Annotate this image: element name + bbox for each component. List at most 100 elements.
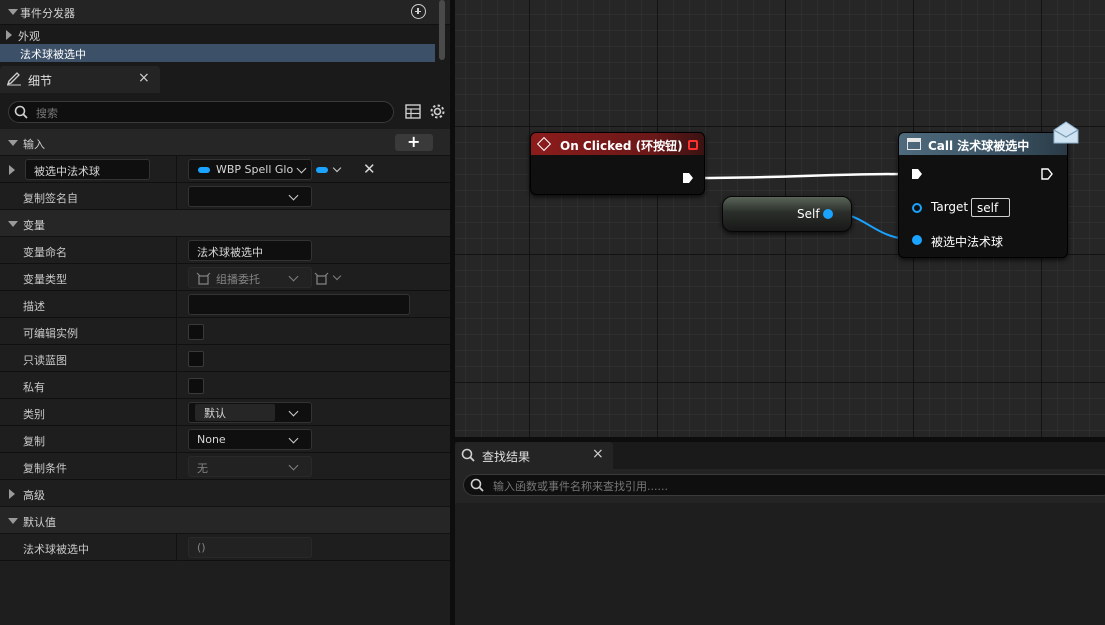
call-dispatcher-node[interactable]: Call 法术球被选中 Target self 被选中法术球 xyxy=(898,132,1068,258)
dispatcher-label: 法术球被选中 xyxy=(20,48,86,61)
category-variables[interactable]: 变量 xyxy=(0,210,450,237)
blueprint-readonly-row: 只读蓝图 xyxy=(0,345,450,372)
dispatcher-item-appearance[interactable]: 外观 xyxy=(0,26,450,44)
remove-input-icon[interactable]: ✕ xyxy=(363,160,376,178)
self-out-pin[interactable] xyxy=(823,209,833,219)
param-type-select[interactable]: WBP Spell Glo xyxy=(188,159,312,180)
expand-icon[interactable] xyxy=(9,165,15,175)
search-input[interactable]: 搜索 xyxy=(8,101,394,123)
category-input[interactable]: 默认 xyxy=(195,404,275,421)
exec-in-pin[interactable] xyxy=(911,168,923,180)
left-panel: 事件分发器 外观 法术球被选中 细节 × 搜索 输入 + 被选中法术球 WBP … xyxy=(0,0,450,625)
category-title: 高级 xyxy=(23,489,45,502)
param-in-pin[interactable] xyxy=(912,235,922,245)
category-advanced[interactable]: 高级 xyxy=(0,480,450,507)
instance-editable-row: 可编辑实例 xyxy=(0,318,450,345)
exec-out-pin[interactable] xyxy=(682,172,694,184)
pencil-icon xyxy=(6,72,21,86)
replication-select[interactable]: None xyxy=(188,429,312,450)
expand-icon xyxy=(9,489,15,499)
category-default-value[interactable]: 默认值 xyxy=(0,507,450,534)
event-dispatcher-header[interactable]: 事件分发器 xyxy=(0,0,450,25)
function-icon xyxy=(907,138,921,150)
default-value-field: () xyxy=(188,537,312,558)
add-dispatcher-icon[interactable] xyxy=(411,4,426,19)
find-tab-title: 查找结果 xyxy=(482,450,531,464)
chevron-down-icon xyxy=(288,271,299,282)
find-results-panel: 查找结果 × 输入函数或事件名称来查找引用...... xyxy=(455,437,1105,625)
copy-signature-select[interactable] xyxy=(188,186,312,207)
category-row: 类别 默认 xyxy=(0,399,450,426)
expand-icon xyxy=(6,30,12,40)
replication-row: 复制 None xyxy=(0,426,450,453)
copy-signature-row: 复制签名自 xyxy=(0,183,450,210)
input-param-row: 被选中法术球 WBP Spell Glo ✕ xyxy=(0,156,450,183)
scrollbar[interactable] xyxy=(439,0,445,60)
exec-out-pin[interactable] xyxy=(1041,168,1053,180)
gear-icon[interactable] xyxy=(429,103,446,120)
replication-condition-row: 复制条件 无 xyxy=(0,453,450,480)
delegate-pin-icon[interactable] xyxy=(688,140,698,150)
delegate-icon xyxy=(196,272,211,285)
collapse-icon xyxy=(8,140,18,146)
instance-editable-checkbox[interactable] xyxy=(188,324,204,340)
default-value-row: 法术球被选中 () xyxy=(0,534,450,561)
search-placeholder: 搜索 xyxy=(36,107,58,120)
category-inputs[interactable]: 输入 + xyxy=(0,129,450,156)
target-label: Target xyxy=(931,200,969,214)
dispatcher-item-selected[interactable]: 法术球被选中 xyxy=(0,44,435,62)
chevron-down-icon[interactable] xyxy=(332,271,342,281)
blueprint-graph[interactable]: On Clicked (环按钮) Self Call 法术球被选中 Target… xyxy=(455,0,1105,437)
replication-condition-select[interactable]: 无 xyxy=(188,456,312,477)
on-clicked-node[interactable]: On Clicked (环按钮) xyxy=(530,132,705,195)
target-value-field[interactable]: self xyxy=(971,198,1010,217)
search-icon xyxy=(470,478,484,492)
tab-find-results[interactable]: 查找结果 × xyxy=(455,442,613,469)
self-label: Self xyxy=(797,207,820,221)
search-icon xyxy=(14,105,28,119)
add-input-button[interactable]: + xyxy=(395,132,433,151)
delegate-container-icon[interactable] xyxy=(314,272,329,285)
category-title: 变量 xyxy=(23,219,45,232)
table-view-icon[interactable] xyxy=(405,104,421,119)
category-title: 输入 xyxy=(23,138,45,151)
category-title: 默认值 xyxy=(23,516,56,529)
node-title: Call 法术球被选中 xyxy=(928,139,1030,153)
tab-details[interactable]: 细节 × xyxy=(0,66,160,93)
find-placeholder: 输入函数或事件名称来查找引用...... xyxy=(493,480,668,493)
search-bar: 搜索 xyxy=(0,93,450,129)
variable-name-field[interactable]: 法术球被选中 xyxy=(188,240,312,261)
chevron-down-icon xyxy=(288,406,299,417)
variable-name-row: 变量命名 法术球被选中 xyxy=(0,237,450,264)
chevron-down-icon xyxy=(288,460,299,471)
find-search-bar: 输入函数或事件名称来查找引用...... xyxy=(455,469,1105,503)
target-pin[interactable] xyxy=(912,203,922,213)
find-results-list xyxy=(455,503,1105,625)
dispatcher-label: 外观 xyxy=(18,30,40,43)
search-icon xyxy=(461,448,475,462)
param-name-field[interactable]: 被选中法术球 xyxy=(25,159,150,180)
private-checkbox[interactable] xyxy=(188,378,204,394)
description-field[interactable] xyxy=(188,294,410,315)
blueprint-readonly-checkbox[interactable] xyxy=(188,351,204,367)
param-label: 被选中法术球 xyxy=(931,235,1004,249)
type-pill-icon xyxy=(198,167,210,173)
private-row: 私有 xyxy=(0,372,450,399)
details-tab-title: 细节 xyxy=(28,74,53,88)
close-icon[interactable]: × xyxy=(592,446,604,462)
chevron-down-icon xyxy=(288,433,299,444)
chevron-down-icon xyxy=(296,163,307,174)
chevron-down-icon[interactable] xyxy=(332,163,342,173)
envelope-icon xyxy=(1053,121,1079,144)
chevron-down-icon xyxy=(288,190,299,201)
variable-type-select[interactable]: 组播委托 xyxy=(188,267,312,288)
event-dispatcher-title: 事件分发器 xyxy=(20,7,75,20)
variable-type-row: 变量类型 组播委托 xyxy=(0,264,450,291)
container-type-icon[interactable] xyxy=(316,167,328,173)
find-search-input[interactable]: 输入函数或事件名称来查找引用...... xyxy=(463,474,1105,496)
close-icon[interactable]: × xyxy=(138,70,150,86)
node-title: On Clicked (环按钮) xyxy=(560,139,683,153)
category-select[interactable]: 默认 xyxy=(188,402,312,423)
collapse-icon xyxy=(8,518,18,524)
self-node[interactable]: Self xyxy=(722,196,852,232)
